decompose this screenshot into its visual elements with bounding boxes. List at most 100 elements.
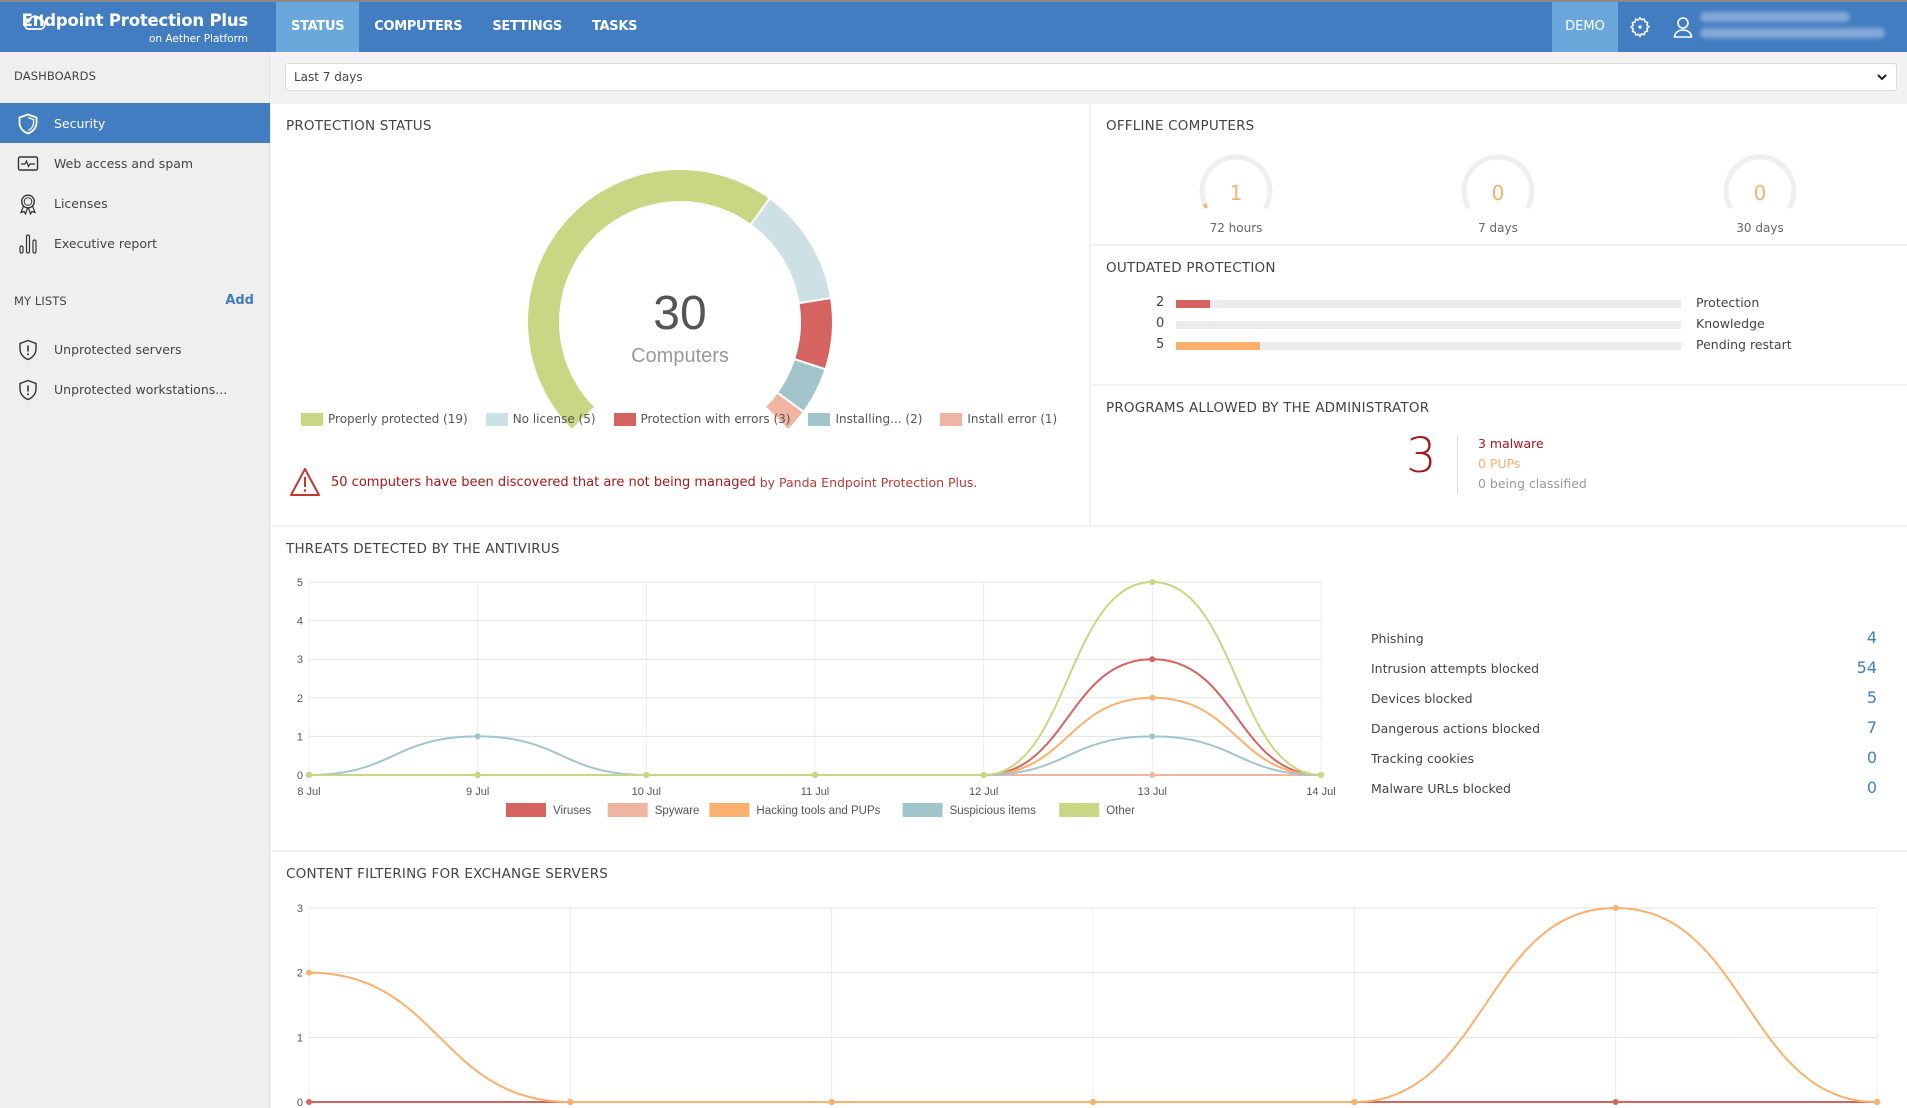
add-list-button[interactable]: Add xyxy=(225,293,254,308)
threat-stat-row[interactable]: Intrusion attempts blocked 54 xyxy=(1371,658,1877,681)
panel-title: PROTECTION STATUS xyxy=(286,118,432,134)
data-point[interactable] xyxy=(1149,772,1156,778)
data-point[interactable] xyxy=(812,772,818,778)
threat-stat-row[interactable]: Devices blocked 5 xyxy=(1371,688,1877,711)
x-tick-label: 13 Jul xyxy=(1138,786,1167,798)
threat-stat-row[interactable]: Tracking cookies 0 xyxy=(1371,748,1877,771)
warning-triangle-icon xyxy=(290,468,320,496)
data-point[interactable] xyxy=(643,772,650,778)
period-select[interactable]: Last 7 days xyxy=(285,63,1897,91)
stat-value[interactable]: 0 xyxy=(1867,748,1877,767)
gauge-segment-1[interactable] xyxy=(749,196,833,305)
legend-swatch xyxy=(301,412,323,426)
data-point[interactable] xyxy=(980,772,987,778)
list-item-unprotected-workstations[interactable]: Unprotected workstations... xyxy=(0,369,270,409)
stat-value[interactable]: 54 xyxy=(1857,658,1877,677)
legend-label[interactable]: Suspicious items xyxy=(950,805,1037,817)
programs-being-classified[interactable]: 0 being classified xyxy=(1478,476,1587,491)
offline-gauge-72h[interactable]: 1 72 hours xyxy=(1186,149,1286,249)
dashboards-heading: DASHBOARDS xyxy=(14,69,97,83)
sidebar: DASHBOARDS Security Web access and spam … xyxy=(0,52,270,1108)
shield-alert-icon xyxy=(19,339,37,361)
content-filtering-line-chart[interactable]: 0 1 2 3 xyxy=(271,852,1907,1108)
warning-main-text[interactable]: 50 computers have been discovered that a… xyxy=(331,475,756,490)
offline-gauge-30d[interactable]: 0 30 days xyxy=(1710,149,1810,249)
my-lists-heading: MY LISTS xyxy=(14,294,67,308)
top-navigation-bar: Endpoint Protection Plus on Aether Platf… xyxy=(0,0,1907,52)
threat-stat-row[interactable]: Dangerous actions blocked 7 xyxy=(1371,718,1877,741)
sidebar-item-security[interactable]: Security xyxy=(0,103,270,143)
y-tick-label: 5 xyxy=(297,577,303,589)
programs-pups[interactable]: 0 PUPs xyxy=(1478,456,1520,471)
y-tick-label: 1 xyxy=(297,1032,303,1044)
stat-value[interactable]: 5 xyxy=(1867,688,1877,707)
data-point[interactable] xyxy=(1149,579,1156,585)
brand[interactable]: Endpoint Protection Plus on Aether Platf… xyxy=(0,2,270,52)
sidebar-item-executive-report[interactable]: Executive report xyxy=(0,223,270,263)
legend-item[interactable]: Properly protected (19) xyxy=(301,412,468,426)
data-point[interactable] xyxy=(1612,905,1619,911)
sidebar-item-web-access[interactable]: Web access and spam xyxy=(0,143,270,183)
data-point[interactable] xyxy=(1874,1099,1880,1105)
programs-allowed-panel: PROGRAMS ALLOWED BY THE ADMINISTRATOR 3 … xyxy=(1091,386,1907,525)
gear-icon[interactable] xyxy=(1628,15,1652,39)
data-point[interactable] xyxy=(1351,1099,1358,1105)
legend-label[interactable]: Other xyxy=(1106,805,1135,817)
outdated-row-protection[interactable]: 2 Protection xyxy=(1156,295,1907,311)
stat-value[interactable]: 7 xyxy=(1867,718,1877,737)
data-point[interactable] xyxy=(474,733,481,740)
outdated-row-knowledge[interactable]: 0 Knowledge xyxy=(1156,316,1907,332)
data-point[interactable] xyxy=(1149,694,1156,701)
legend-item[interactable]: Install error (1) xyxy=(940,412,1057,426)
legend-swatch xyxy=(940,412,963,426)
legend-item[interactable]: No license (5) xyxy=(485,412,596,426)
threat-stat-row[interactable]: Phishing 4 xyxy=(1371,628,1877,651)
tab-settings[interactable]: SETTINGS xyxy=(477,2,577,52)
stat-value[interactable]: 4 xyxy=(1867,628,1877,647)
brand-name: Endpoint Protection Plus xyxy=(21,11,249,30)
gauge-caption: 7 days xyxy=(1478,221,1518,235)
data-point[interactable] xyxy=(828,1099,835,1105)
gauge-segment-2[interactable] xyxy=(792,296,834,371)
threats-panel: THREATS DETECTED BY THE ANTIVIRUS 012345… xyxy=(271,527,1907,850)
data-point[interactable] xyxy=(1318,772,1324,778)
sidebar-item-licenses[interactable]: Licenses xyxy=(0,183,270,223)
bar-fill xyxy=(1176,300,1210,308)
threats-line-chart[interactable]: 0 1 2 3 4 5 8 Jul 9 Jul 10 Jul 11 Jul 12 Jul 13 Jul… xyxy=(271,527,1351,850)
data-point[interactable] xyxy=(306,1099,312,1105)
legend-label[interactable]: Hacking tools and PUPs xyxy=(756,805,880,817)
tab-computers[interactable]: COMPUTERS xyxy=(359,2,477,52)
data-point[interactable] xyxy=(306,772,312,778)
data-point[interactable] xyxy=(567,1099,574,1105)
list-item-unprotected-servers[interactable]: Unprotected servers xyxy=(0,329,270,369)
legend-item[interactable]: Protection with errors (3) xyxy=(613,412,790,426)
legend-label[interactable]: Viruses xyxy=(553,805,591,817)
unmanaged-warning[interactable]: 50 computers have been discovered that a… xyxy=(289,467,977,497)
programs-malware[interactable]: 3 malware xyxy=(1478,436,1544,451)
demo-badge[interactable]: DEMO xyxy=(1552,2,1618,52)
legend-label[interactable]: Spyware xyxy=(655,805,700,817)
programs-allowed-total[interactable]: 3 xyxy=(1406,428,1437,484)
panel-title: PROGRAMS ALLOWED BY THE ADMINISTRATOR xyxy=(1106,400,1430,416)
user-icon[interactable] xyxy=(1671,15,1695,39)
user-account-info[interactable] xyxy=(1700,8,1895,46)
stat-label: Devices blocked xyxy=(1371,691,1473,706)
data-point[interactable] xyxy=(1612,1099,1619,1105)
data-point[interactable] xyxy=(1090,1099,1096,1105)
offline-gauge-7d[interactable]: 0 7 days xyxy=(1448,149,1548,249)
data-point[interactable] xyxy=(306,969,312,976)
data-point[interactable] xyxy=(474,772,481,778)
legend-item[interactable]: Installing... (2) xyxy=(808,412,922,426)
stat-value[interactable]: 0 xyxy=(1867,778,1877,797)
x-tick-label: 10 Jul xyxy=(632,786,661,798)
legend-label: Installing... (2) xyxy=(835,412,923,426)
threat-stat-row[interactable]: Malware URLs blocked 0 xyxy=(1371,778,1877,801)
tab-status[interactable]: STATUS xyxy=(276,2,360,52)
data-point[interactable] xyxy=(1149,733,1156,740)
data-point[interactable] xyxy=(1149,656,1156,663)
row-label: Pending restart xyxy=(1696,337,1792,352)
gauge-value: 0 xyxy=(1753,181,1767,205)
outdated-row-pending-restart[interactable]: 5 Pending restart xyxy=(1156,337,1907,353)
tab-tasks[interactable]: TASKS xyxy=(577,2,652,52)
gauge-segment-0[interactable] xyxy=(526,168,772,432)
